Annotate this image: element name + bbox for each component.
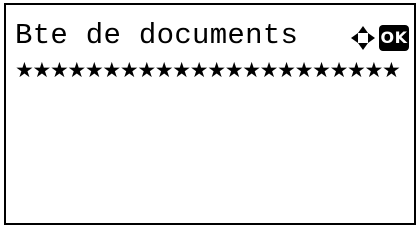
ok-key-icon[interactable]: OK: [379, 25, 409, 51]
operation-panel-display: Bte de documents OK ★★★★★★★★★★★★★★★★★★★★…: [4, 3, 416, 225]
screen-title: Bte de documents: [15, 19, 299, 52]
four-way-arrow-icon: [351, 26, 375, 50]
separator-line: ★★★★★★★★★★★★★★★★★★★★★★: [15, 58, 401, 82]
navigation-hints: OK: [349, 24, 409, 52]
